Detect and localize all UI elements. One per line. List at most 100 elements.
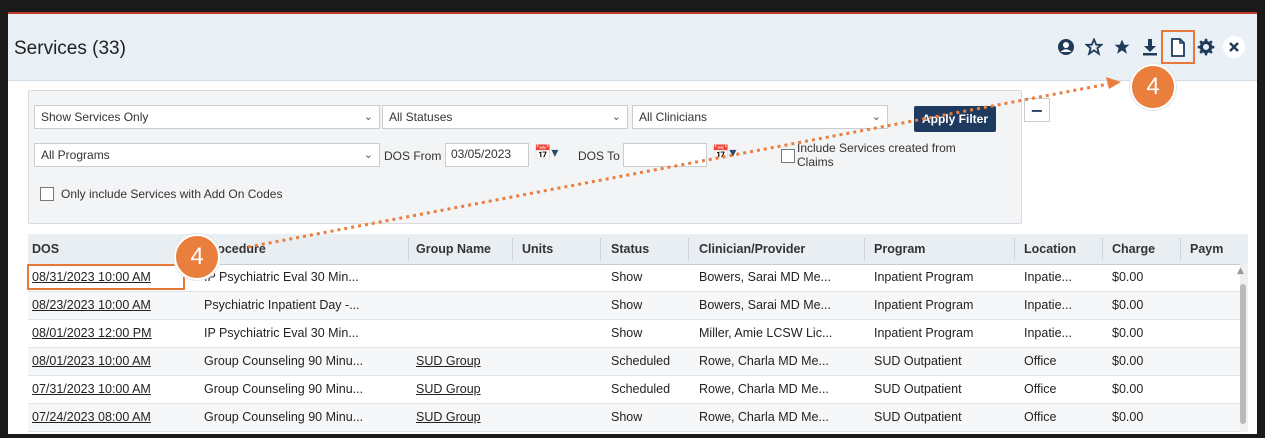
cell-dos[interactable]: 07/24/2023 08:00 AM — [32, 410, 151, 424]
scroll-up-icon[interactable]: ▲ — [1237, 266, 1244, 276]
programs-select[interactable]: All Programs ⌄ — [34, 143, 380, 167]
dos-from-input[interactable]: 03/05/2023 — [445, 143, 529, 167]
col-group-name[interactable]: Group Name — [416, 242, 491, 256]
col-location[interactable]: Location — [1024, 242, 1076, 256]
cell-clinician: Bowers, Sarai MD Me... — [699, 298, 831, 312]
cell-group-name[interactable]: SUD Group — [416, 410, 481, 424]
apply-filter-button[interactable]: Apply Filter — [914, 106, 996, 132]
cell-program: Inpatient Program — [874, 270, 974, 284]
cell-procedure: IP Psychiatric Eval 30 Min... — [204, 326, 359, 340]
col-divider — [600, 238, 601, 260]
cell-location: Inpatie... — [1024, 326, 1072, 340]
col-divider — [688, 238, 689, 260]
cell-status: Show — [611, 298, 643, 312]
cell-procedure: Group Counseling 90 Minu... — [204, 354, 364, 368]
table-row[interactable]: 08/23/2023 10:00 AM Psychiatric Inpatient… — [28, 292, 1240, 320]
cell-charge: $0.00 — [1112, 326, 1144, 340]
service-type-select[interactable]: Show Services Only ⌄ — [34, 105, 380, 129]
cell-clinician: Miller, Amie LCSW Lic... — [699, 326, 833, 340]
cell-procedure: Group Counseling 90 Minu... — [204, 382, 364, 396]
cell-status: Show — [611, 410, 643, 424]
col-units[interactable]: Units — [522, 242, 553, 256]
dos-to-input[interactable] — [623, 143, 707, 167]
clinicians-value: All Clinicians — [639, 110, 708, 124]
col-charge[interactable]: Charge — [1112, 242, 1155, 256]
star-outline-icon[interactable] — [1083, 36, 1105, 58]
cell-procedure: Group Counseling 90 Minu... — [204, 410, 364, 424]
cell-location: Inpatie... — [1024, 298, 1072, 312]
cell-status: Scheduled — [611, 382, 671, 396]
cell-program: Inpatient Program — [874, 298, 974, 312]
col-divider — [512, 238, 513, 260]
add-on-codes-checkbox[interactable] — [40, 187, 54, 201]
include-claims-label: Include Services created from Claims — [797, 141, 956, 169]
close-icon[interactable] — [1223, 36, 1245, 58]
cell-charge: $0.00 — [1112, 410, 1144, 424]
cell-charge: $0.00 — [1112, 298, 1144, 312]
table-row[interactable]: 08/01/2023 12:00 PM IP Psychiatric Eval 3… — [28, 320, 1240, 348]
col-dos[interactable]: DOS — [32, 242, 59, 256]
star-icon[interactable] — [1111, 36, 1133, 58]
cell-group-name[interactable]: SUD Group — [416, 382, 481, 396]
dos-from-label: DOS From — [384, 149, 442, 163]
col-payment[interactable]: Paym — [1190, 242, 1223, 256]
cell-procedure: Psychiatric Inpatient Day -... — [204, 298, 360, 312]
col-program[interactable]: Program — [874, 242, 925, 256]
cell-charge: $0.00 — [1112, 382, 1144, 396]
cell-location: Office — [1024, 354, 1057, 368]
cell-dos[interactable]: 07/31/2023 10:00 AM — [32, 382, 151, 396]
cell-dos[interactable]: 08/23/2023 10:00 AM — [32, 298, 151, 312]
status-value: All Statuses — [389, 110, 453, 124]
cell-location: Office — [1024, 382, 1057, 396]
include-claims-checkbox[interactable] — [781, 149, 795, 163]
cell-location: Office — [1024, 410, 1057, 424]
cell-location: Inpatie... — [1024, 270, 1072, 284]
col-divider — [1102, 238, 1103, 260]
chevron-down-icon: ⌄ — [871, 111, 881, 123]
chevron-down-icon: ⌄ — [363, 111, 373, 123]
col-divider — [1014, 238, 1015, 260]
cell-clinician: Rowe, Charla MD Me... — [699, 354, 829, 368]
calendar-icon[interactable]: 📅▾ — [534, 145, 558, 161]
cell-clinician: Rowe, Charla MD Me... — [699, 410, 829, 424]
user-icon[interactable] — [1055, 36, 1077, 58]
col-divider — [408, 238, 409, 260]
new-document-icon[interactable] — [1161, 30, 1195, 64]
col-clinician[interactable]: Clinician/Provider — [699, 242, 805, 256]
page-header: Services (33) — [8, 14, 1257, 81]
cell-dos[interactable]: 08/01/2023 10:00 AM — [32, 354, 151, 368]
col-status[interactable]: Status — [611, 242, 649, 256]
col-divider — [1180, 238, 1181, 260]
cell-clinician: Bowers, Sarai MD Me... — [699, 270, 831, 284]
cell-procedure: IP Psychiatric Eval 30 Min... — [204, 270, 359, 284]
cell-program: Inpatient Program — [874, 326, 974, 340]
cell-program: SUD Outpatient — [874, 382, 962, 396]
calendar-icon[interactable]: 📅▾ — [712, 145, 736, 161]
dos-to-label: DOS To — [578, 149, 620, 163]
clinicians-select[interactable]: All Clinicians ⌄ — [632, 105, 888, 129]
cell-program: SUD Outpatient — [874, 410, 962, 424]
toolbar — [1055, 30, 1245, 64]
services-window: Services (33) 4 Show Services Only ⌄ All… — [8, 12, 1257, 434]
highlight-first-dos — [27, 264, 185, 290]
status-select[interactable]: All Statuses ⌄ — [382, 105, 628, 129]
cell-clinician: Rowe, Charla MD Me... — [699, 382, 829, 396]
download-icon[interactable] — [1139, 36, 1161, 58]
scrollbar-thumb[interactable] — [1240, 284, 1246, 424]
cell-charge: $0.00 — [1112, 270, 1144, 284]
chevron-down-icon: ⌄ — [363, 149, 373, 161]
table-row[interactable]: 07/31/2023 10:00 AM Group Counseling 90 M… — [28, 376, 1240, 404]
cell-group-name[interactable]: SUD Group — [416, 354, 481, 368]
table-row[interactable]: 07/24/2023 08:00 AM Group Counseling 90 M… — [28, 404, 1240, 432]
cell-dos[interactable]: 08/01/2023 12:00 PM — [32, 326, 152, 340]
table-row[interactable]: 08/01/2023 10:00 AM Group Counseling 90 M… — [28, 348, 1240, 376]
gear-icon[interactable] — [1195, 36, 1217, 58]
page-title: Services (33) — [14, 38, 126, 59]
step-callout-toolbar: 4 — [1130, 64, 1176, 110]
service-type-value: Show Services Only — [41, 110, 149, 124]
programs-value: All Programs — [41, 148, 110, 162]
cell-status: Show — [611, 326, 643, 340]
add-on-codes-label: Only include Services with Add On Codes — [61, 187, 283, 201]
collapse-filter-button[interactable]: − — [1024, 98, 1050, 122]
cell-status: Scheduled — [611, 354, 671, 368]
